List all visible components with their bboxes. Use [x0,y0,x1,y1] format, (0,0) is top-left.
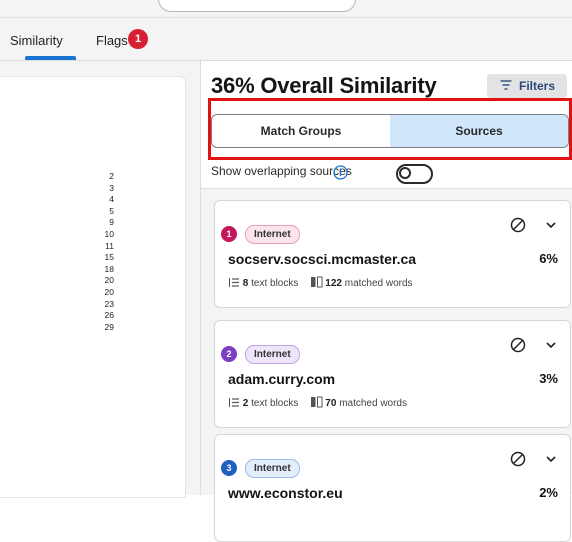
source-name[interactable]: adam.curry.com [228,371,335,387]
matched-words-count: 122 [325,278,342,289]
text-blocks-icon [229,398,239,407]
line-number: 20 [104,275,114,286]
match-groups-option[interactable]: Match Groups [212,115,391,147]
line-number: 18 [104,263,114,274]
matched-words-icon [310,396,322,408]
text-blocks-count: 2 [242,398,249,409]
source-number-badge: 2 [221,346,237,362]
info-icon[interactable] [333,165,348,180]
chevron-down-icon[interactable] [546,455,556,463]
source-name[interactable]: www.econstor.eu [228,485,343,501]
sources-option[interactable]: Sources [390,115,568,147]
text-blocks-count: 8 [242,278,249,289]
line-number: 2 [109,171,114,181]
similarity-panel: 36% Overall Similarity Filters Match Gro… [201,61,572,542]
text-blocks-label: text blocks [251,278,299,289]
exclude-source-icon[interactable] [510,337,526,353]
line-number: 26 [104,310,114,321]
source-percent: 3% [539,371,558,386]
source-card[interactable]: 1 Internet socserv.socsci.mcmaster.ca 6%… [214,200,571,308]
flags-count-badge: 1 [128,29,148,49]
source-percent: 6% [539,251,558,266]
source-type-pill: Internet [245,345,300,364]
source-percent: 2% [539,485,558,500]
line-number: 29 [104,321,114,332]
source-number-badge: 1 [221,226,237,242]
line-number: 15 [104,252,114,263]
source-type-pill: Internet [245,459,300,478]
line-number: 5 [109,205,114,216]
source-type-pill: Internet [245,225,300,244]
matched-words-icon [310,276,322,288]
source-number-badge: 3 [221,460,237,476]
chevron-down-icon[interactable] [546,221,556,229]
line-number: 3 [109,182,114,193]
text-blocks-icon [229,278,239,287]
tab-flags[interactable]: Flags [96,33,128,48]
overlap-toggle[interactable] [396,164,433,184]
panel-header: 36% Overall Similarity Filters Match Gro… [201,61,572,189]
exclude-source-icon[interactable] [510,217,526,233]
tab-similarity[interactable]: Similarity [10,33,63,48]
exclude-source-icon[interactable] [510,451,526,467]
top-search-field[interactable] [158,0,356,12]
line-number: 23 [104,298,114,309]
filter-icon [500,80,512,90]
source-card[interactable]: 3 Internet www.econstor.eu 2% [214,434,571,542]
filters-button[interactable]: Filters [487,74,567,98]
text-blocks-label: text blocks [251,398,299,409]
line-number: 11 [105,240,114,251]
active-tab-indicator [25,56,76,60]
overlap-label: Show overlapping sources [211,164,352,178]
line-number: 10 [104,228,114,239]
line-number-list: 2 3 4 5 9 10 11 15 18 20 20 23 26 29 [92,171,132,333]
view-toggle: Match Groups Sources [211,114,569,148]
matched-words-count: 70 [325,398,337,409]
tab-bar: Similarity Flags 1 [0,18,572,61]
source-card[interactable]: 2 Internet adam.curry.com 3% 2 text bloc… [214,320,571,428]
filters-label: Filters [519,79,556,93]
matched-words-label: matched words [339,398,407,409]
line-number: 9 [109,217,114,228]
line-number: 4 [109,194,114,205]
source-meta: 2 text blocks 70 matched words [228,396,407,409]
line-number: 20 [104,286,114,297]
overall-similarity-title: 36% Overall Similarity [211,73,437,98]
top-toolbar [0,0,572,18]
source-meta: 8 text blocks 122 matched words [228,276,413,289]
toggle-knob [399,167,411,179]
source-name[interactable]: socserv.socsci.mcmaster.ca [228,251,416,267]
chevron-down-icon[interactable] [546,341,556,349]
matched-words-label: matched words [344,278,413,289]
